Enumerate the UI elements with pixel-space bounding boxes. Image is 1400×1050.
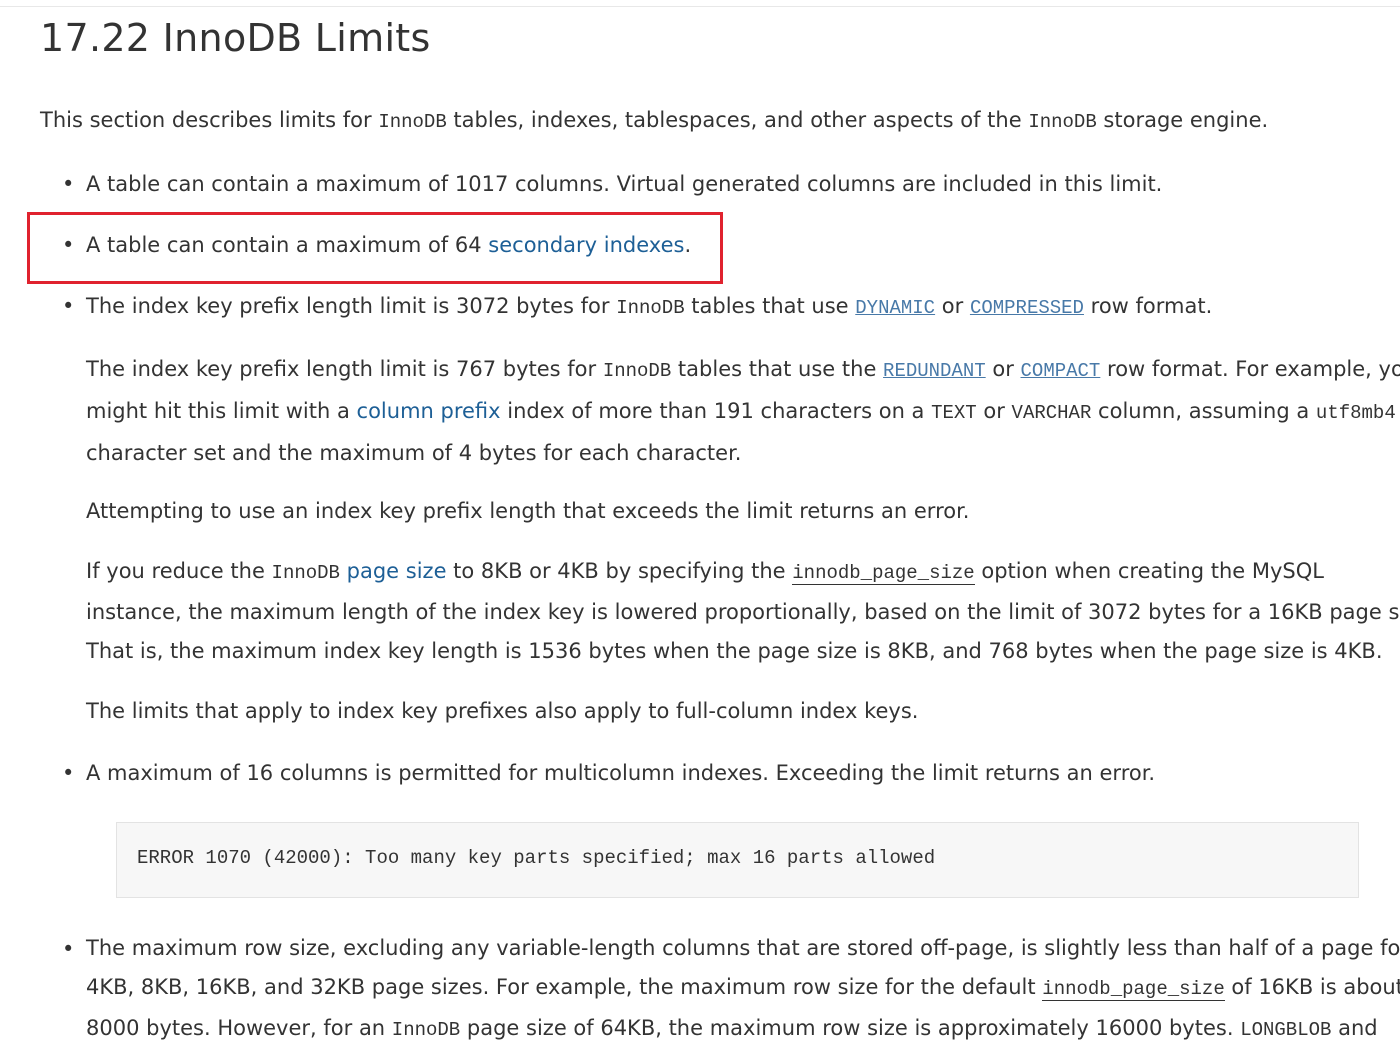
paragraph-page-size: If you reduce the InnoDB page size to 8K… (86, 552, 1400, 671)
list-item-secondary-indexes: A table can contain a maximum of 64 seco… (86, 233, 692, 257)
bullet-dot: • (62, 233, 75, 257)
code-text: TEXT (931, 402, 977, 424)
code-longblob: LONGBLOB (1240, 1019, 1332, 1041)
dynamic-link[interactable]: DYNAMIC (855, 297, 935, 319)
code-utf8mb4: utf8mb4 (1315, 402, 1396, 424)
bullet-dot: • (62, 761, 75, 785)
redundant-link[interactable]: REDUNDANT (883, 360, 986, 382)
code-innodb: InnoDB (1028, 111, 1097, 133)
bullet-dot: • (62, 172, 75, 196)
secondary-indexes-link[interactable]: secondary indexes (488, 233, 684, 257)
error-code-text: ERROR 1070 (42000): Too many key parts s… (137, 847, 936, 869)
paragraph-full-column: The limits that apply to index key prefi… (86, 699, 919, 723)
code-innodb: InnoDB (271, 562, 340, 584)
code-varchar: VARCHAR (1011, 402, 1092, 424)
list-item-prefix-limit: The index key prefix length limit is 307… (86, 294, 1213, 319)
code-innodb: InnoDB (391, 1019, 461, 1041)
paragraph-line: 4KB, 8KB, 16KB, and 32KB page sizes. For… (86, 975, 1400, 1001)
paragraph-prefix-error: Attempting to use an index key prefix le… (86, 499, 970, 523)
code-innodb: InnoDB (602, 360, 672, 382)
compact-link[interactable]: COMPACT (1021, 360, 1101, 382)
list-item-columns-limit: A table can contain a maximum of 1017 co… (86, 172, 1163, 196)
intro-paragraph: This section describes limits for InnoDB… (40, 108, 1269, 133)
bullet-dot: • (62, 937, 75, 961)
paragraph-line: character set and the maximum of 4 bytes… (86, 441, 742, 465)
innodb-page-size-option-link[interactable]: innodb_page_size (792, 562, 975, 585)
paragraph-line: That is, the maximum index key length is… (86, 639, 1383, 663)
paragraph-line: 8000 bytes. However, for an InnoDB page … (86, 1016, 1378, 1041)
code-innodb: InnoDB (616, 297, 685, 319)
page-title: 17.22 InnoDB Limits (40, 16, 431, 60)
paragraph-line: might hit this limit with a column prefi… (86, 399, 1396, 424)
paragraph-line: The maximum row size, excluding any vari… (86, 936, 1400, 960)
top-divider (0, 0, 1400, 7)
paragraph-767-limit: The index key prefix length limit is 767… (86, 349, 1400, 473)
code-innodb: InnoDB (378, 111, 447, 133)
column-prefix-link[interactable]: column prefix (357, 399, 501, 423)
page-size-link[interactable]: page size (347, 559, 447, 583)
innodb-page-size-option-link[interactable]: innodb_page_size (1042, 978, 1225, 1001)
paragraph-line: The index key prefix length limit is 767… (86, 357, 1400, 382)
paragraph-line: instance, the maximum length of the inde… (86, 600, 1400, 624)
paragraph-line: If you reduce the InnoDB page size to 8K… (86, 559, 1324, 585)
list-item-multicolumn-limit: A maximum of 16 columns is permitted for… (86, 761, 1156, 785)
error-code-block: ERROR 1070 (42000): Too many key parts s… (116, 822, 1359, 898)
compressed-link[interactable]: COMPRESSED (970, 297, 1084, 319)
bullet-dot: • (62, 294, 75, 318)
